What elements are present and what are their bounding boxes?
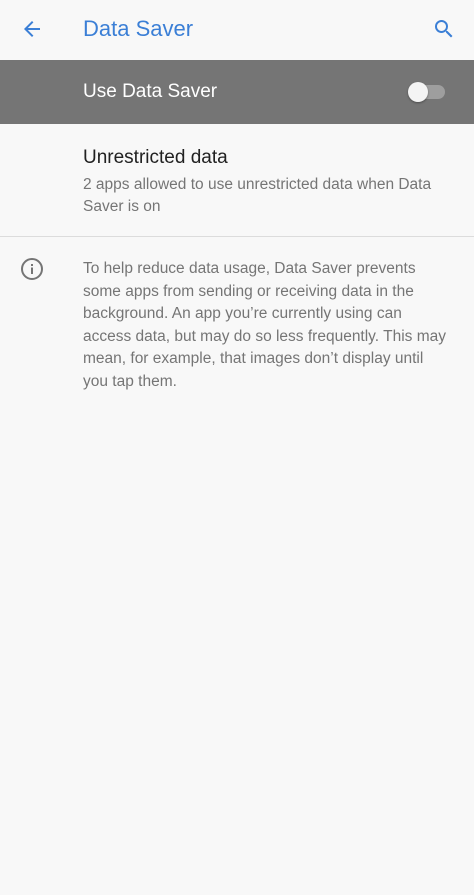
page-title: Data Saver xyxy=(83,16,194,41)
search-button[interactable] xyxy=(424,9,464,49)
use-data-saver-label: Use Data Saver xyxy=(83,81,218,102)
toggle-thumb xyxy=(408,82,428,102)
info-icon xyxy=(21,258,43,280)
search-icon xyxy=(435,20,453,38)
unrestricted-data-summary: 2 apps allowed to use unrestricted data … xyxy=(83,176,432,215)
unrestricted-data-title: Unrestricted data xyxy=(83,147,228,168)
arrow-back-icon xyxy=(24,21,40,37)
use-data-saver-switch-bar[interactable]: Use Data Saver xyxy=(0,60,474,124)
unrestricted-data-item[interactable]: Unrestricted data 2 apps allowed to use … xyxy=(0,124,474,236)
divider xyxy=(0,236,474,237)
data-saver-info-text: To help reduce data usage, Data Saver pr… xyxy=(83,260,446,390)
back-button[interactable] xyxy=(12,9,52,49)
app-bar: Data Saver xyxy=(0,0,474,58)
data-saver-toggle[interactable] xyxy=(408,82,445,102)
